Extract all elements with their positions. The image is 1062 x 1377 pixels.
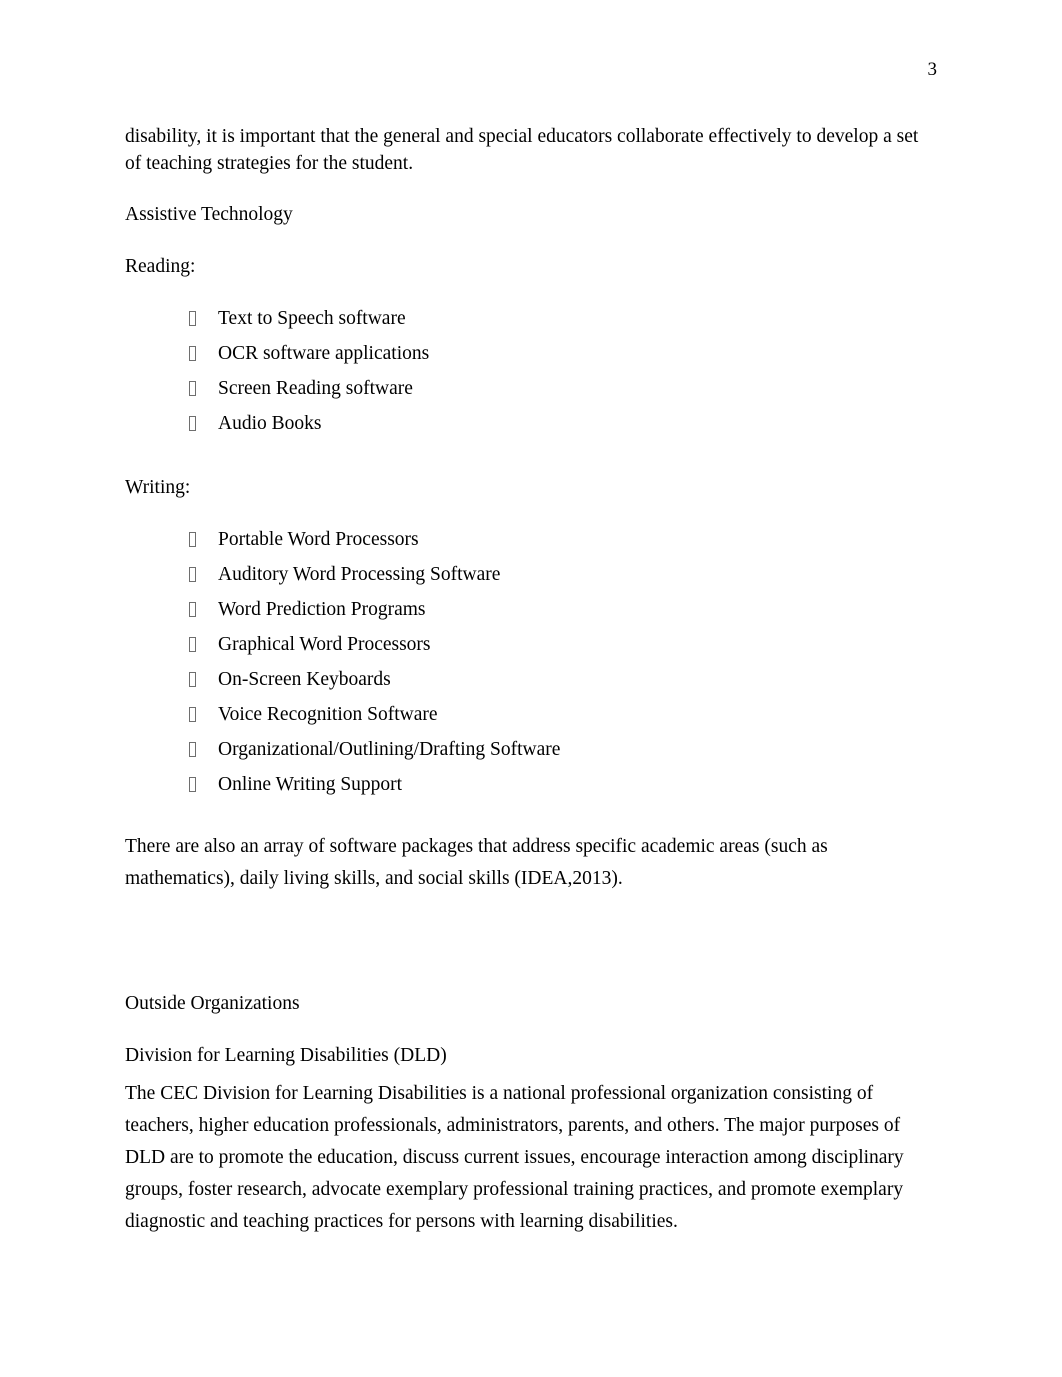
- reading-bullet-list: Text to Speech software OCR software app…: [125, 305, 937, 445]
- heading-assistive-technology: Assistive Technology: [125, 204, 293, 225]
- list-item-label: Voice Recognition Software: [218, 704, 438, 725]
- missing-glyph-box-icon: [189, 526, 218, 553]
- list-item: On-Screen Keyboards: [125, 666, 937, 701]
- list-item: Text to Speech software: [125, 305, 937, 340]
- continued-paragraph: disability, it is important that the gen…: [125, 126, 919, 174]
- list-item: Online Writing Support: [125, 771, 937, 806]
- list-item: Graphical Word Processors: [125, 631, 937, 666]
- list-item-label: Organizational/Outlining/Drafting Softwa…: [218, 739, 561, 760]
- list-item: Audio Books: [125, 410, 937, 445]
- list-item-label: Screen Reading software: [218, 378, 413, 399]
- missing-glyph-box-icon: [189, 666, 218, 693]
- list-item-label: OCR software applications: [218, 343, 430, 364]
- list-item-label: Auditory Word Processing Software: [218, 564, 501, 585]
- missing-glyph-box-icon: [189, 736, 218, 763]
- missing-glyph-box-icon: [189, 631, 218, 658]
- label-reading: Reading:: [125, 256, 196, 277]
- subheading-division-for-learning-disabilities: Division for Learning Disabilities (DLD): [125, 1045, 447, 1066]
- missing-glyph-box-icon: [189, 305, 218, 332]
- outside-organizations-body-paragraph: The CEC Division for Learning Disabiliti…: [125, 1083, 904, 1232]
- list-item-label: Text to Speech software: [218, 308, 406, 329]
- missing-glyph-box-icon: [189, 701, 218, 728]
- missing-glyph-box-icon: [189, 771, 218, 798]
- list-item-label: On-Screen Keyboards: [218, 669, 391, 690]
- list-item: Voice Recognition Software: [125, 701, 937, 736]
- missing-glyph-box-icon: [189, 410, 218, 437]
- list-item-label: Graphical Word Processors: [218, 634, 431, 655]
- list-item-label: Audio Books: [218, 413, 322, 434]
- missing-glyph-box-icon: [189, 375, 218, 402]
- missing-glyph-box-icon: [189, 340, 218, 367]
- list-item-label: Online Writing Support: [218, 774, 403, 795]
- list-item: Screen Reading software: [125, 375, 937, 410]
- assistive-technology-closing-paragraph: There are also an array of software pack…: [125, 836, 828, 889]
- heading-outside-organizations: Outside Organizations: [125, 993, 300, 1014]
- list-item: Word Prediction Programs: [125, 596, 937, 631]
- list-item: OCR software applications: [125, 340, 937, 375]
- list-item-label: Word Prediction Programs: [218, 599, 426, 620]
- document-page: 3 disability, it is important that the g…: [0, 0, 1062, 1377]
- document-body: disability, it is important that the gen…: [125, 124, 937, 1238]
- list-item: Organizational/Outlining/Drafting Softwa…: [125, 736, 937, 771]
- page-number: 3: [927, 59, 938, 80]
- missing-glyph-box-icon: [189, 561, 218, 588]
- list-item: Portable Word Processors: [125, 526, 937, 561]
- list-item: Auditory Word Processing Software: [125, 561, 937, 596]
- missing-glyph-box-icon: [189, 596, 218, 623]
- label-writing: Writing:: [125, 477, 191, 498]
- list-item-label: Portable Word Processors: [218, 529, 419, 550]
- writing-bullet-list: Portable Word Processors Auditory Word P…: [125, 526, 937, 806]
